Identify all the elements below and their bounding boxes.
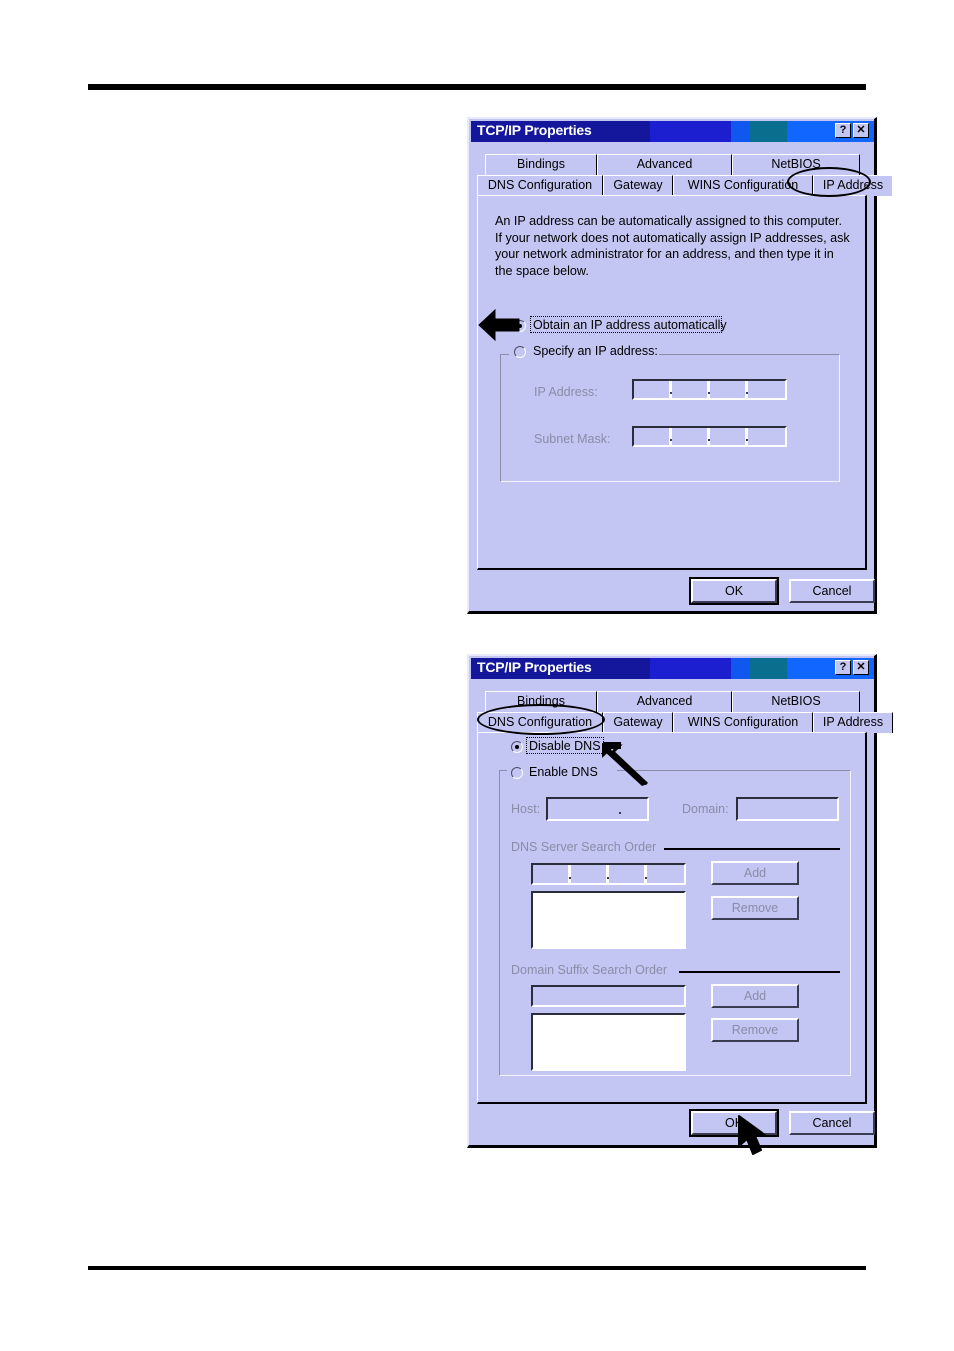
domain-input[interactable] <box>736 797 839 821</box>
tab-netbios[interactable]: NetBIOS <box>732 691 860 712</box>
tab-bindings[interactable]: Bindings <box>485 154 597 175</box>
description-line-2: If your network does not automatically a… <box>495 230 850 245</box>
radio-specify-ip-address[interactable] <box>514 346 526 358</box>
tcpip-properties-window-dns-configuration[interactable]: TCP/IP Properties ? ✕ Bindings Advanced … <box>467 654 893 1155</box>
tab-ip-address[interactable]: IP Address <box>813 712 893 733</box>
ip-address-label: IP Address: <box>534 385 598 399</box>
domain-suffix-search-order-divider <box>679 971 840 973</box>
domain-suffix-entry-input[interactable] <box>531 985 686 1007</box>
tab-dns-configuration[interactable]: DNS Configuration <box>477 175 603 196</box>
cancel-button[interactable]: Cancel <box>789 1111 875 1135</box>
description-line-1: An IP address can be automatically assig… <box>495 214 842 228</box>
dns-server-entry-input[interactable] <box>531 863 686 885</box>
ip-address-input[interactable] <box>632 379 787 400</box>
page-rule-bottom <box>88 1266 866 1270</box>
ok-button[interactable]: OK <box>689 577 779 605</box>
tab-advanced[interactable]: Advanced <box>597 154 732 175</box>
host-label: Host: <box>511 802 541 816</box>
tab-wins-configuration[interactable]: WINS Configuration <box>673 712 813 733</box>
host-input[interactable] <box>546 797 649 821</box>
close-button[interactable]: ✕ <box>853 123 869 138</box>
tab-advanced[interactable]: Advanced <box>597 691 732 712</box>
dns-server-remove-button[interactable]: Remove <box>711 896 799 920</box>
annotation-ellipse-ip-address-tab <box>787 167 871 197</box>
help-button[interactable]: ? <box>835 123 851 138</box>
window-title: TCP/IP Properties <box>477 122 592 138</box>
domain-suffix-remove-button[interactable]: Remove <box>711 1018 799 1042</box>
annotation-arrow-disable-dns <box>602 742 649 786</box>
domain-suffix-search-order-label: Domain Suffix Search Order <box>511 963 668 977</box>
dns-server-list[interactable] <box>531 891 686 949</box>
radio-specify-ip-address-label: Specify an IP address: <box>533 344 658 358</box>
radio-enable-dns[interactable] <box>511 767 523 779</box>
annotation-arrow-obtain-ip <box>478 308 520 342</box>
annotation-cursor-ok-button <box>738 1115 766 1155</box>
radio-disable-dns[interactable] <box>511 741 523 753</box>
tcpip-properties-window-ip-address[interactable]: TCP/IP Properties ? ✕ Bindings Advanced … <box>467 117 893 614</box>
radio-obtain-ip-automatically-label: Obtain an IP address automatically <box>533 318 727 332</box>
dns-server-search-order-label: DNS Server Search Order <box>511 840 657 854</box>
description-line-4: the space below. <box>495 263 589 278</box>
window-title: TCP/IP Properties <box>477 659 592 675</box>
subnet-mask-input[interactable] <box>632 426 787 447</box>
cancel-button[interactable]: Cancel <box>789 579 875 603</box>
dns-server-search-order-divider <box>664 848 840 850</box>
ip-address-description: An IP address can be automatically assig… <box>495 213 855 279</box>
tab-gateway[interactable]: Gateway <box>603 712 673 733</box>
dns-server-add-button[interactable]: Add <box>711 861 799 885</box>
domain-suffix-add-button[interactable]: Add <box>711 984 799 1008</box>
domain-suffix-list[interactable] <box>531 1013 686 1071</box>
radio-disable-dns-label: Disable DNS <box>529 739 601 753</box>
domain-label: Domain: <box>682 802 729 816</box>
tab-gateway[interactable]: Gateway <box>603 175 673 196</box>
help-button[interactable]: ? <box>835 660 851 675</box>
page-rule-top <box>88 84 866 90</box>
subnet-mask-label: Subnet Mask: <box>534 432 611 446</box>
specify-ip-group <box>500 354 840 482</box>
close-button[interactable]: ✕ <box>853 660 869 675</box>
annotation-ellipse-dns-configuration-tab <box>477 704 605 735</box>
description-line-3: your network administrator for an addres… <box>495 247 834 261</box>
radio-enable-dns-label: Enable DNS <box>529 765 598 779</box>
